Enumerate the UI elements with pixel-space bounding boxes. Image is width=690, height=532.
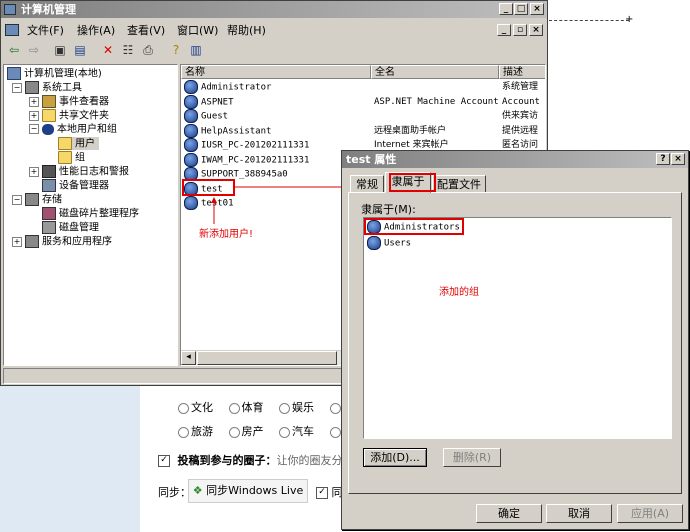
tab-general[interactable]: 常规: [350, 175, 384, 193]
annotation-added-group: 添加的组: [439, 287, 479, 298]
dialog-titlebar[interactable]: test 属性: [342, 151, 688, 168]
dialog-help-button[interactable]: ?: [656, 153, 670, 165]
cancel-button[interactable]: 取消: [546, 504, 612, 523]
annotation-new-user: 新添加用户!: [199, 229, 254, 240]
dialog-title: test 属性: [346, 153, 397, 166]
test-properties-dialog: test 属性 ? × 常规 隶属于 配置文件 隶属于(M): Administ…: [341, 150, 689, 530]
remove-button[interactable]: 删除(R): [443, 448, 501, 467]
tab-profile[interactable]: 配置文件: [432, 175, 486, 193]
apply-button[interactable]: 应用(A): [617, 504, 683, 523]
ok-button[interactable]: 确定: [476, 504, 542, 523]
group-list[interactable]: Administrators Users 添加的组: [363, 217, 672, 439]
highlight-administrators: [364, 218, 464, 235]
dialog-close-button[interactable]: ×: [671, 153, 685, 165]
group-icon: [367, 236, 381, 250]
tab-panel: 隶属于(M): Administrators Users 添加的组 添加(D).…: [348, 192, 682, 494]
highlight-member-of-tab: [389, 173, 436, 192]
list-item-users[interactable]: Users: [367, 236, 411, 251]
member-of-label: 隶属于(M):: [361, 203, 416, 216]
add-button[interactable]: 添加(D)...: [363, 448, 427, 467]
